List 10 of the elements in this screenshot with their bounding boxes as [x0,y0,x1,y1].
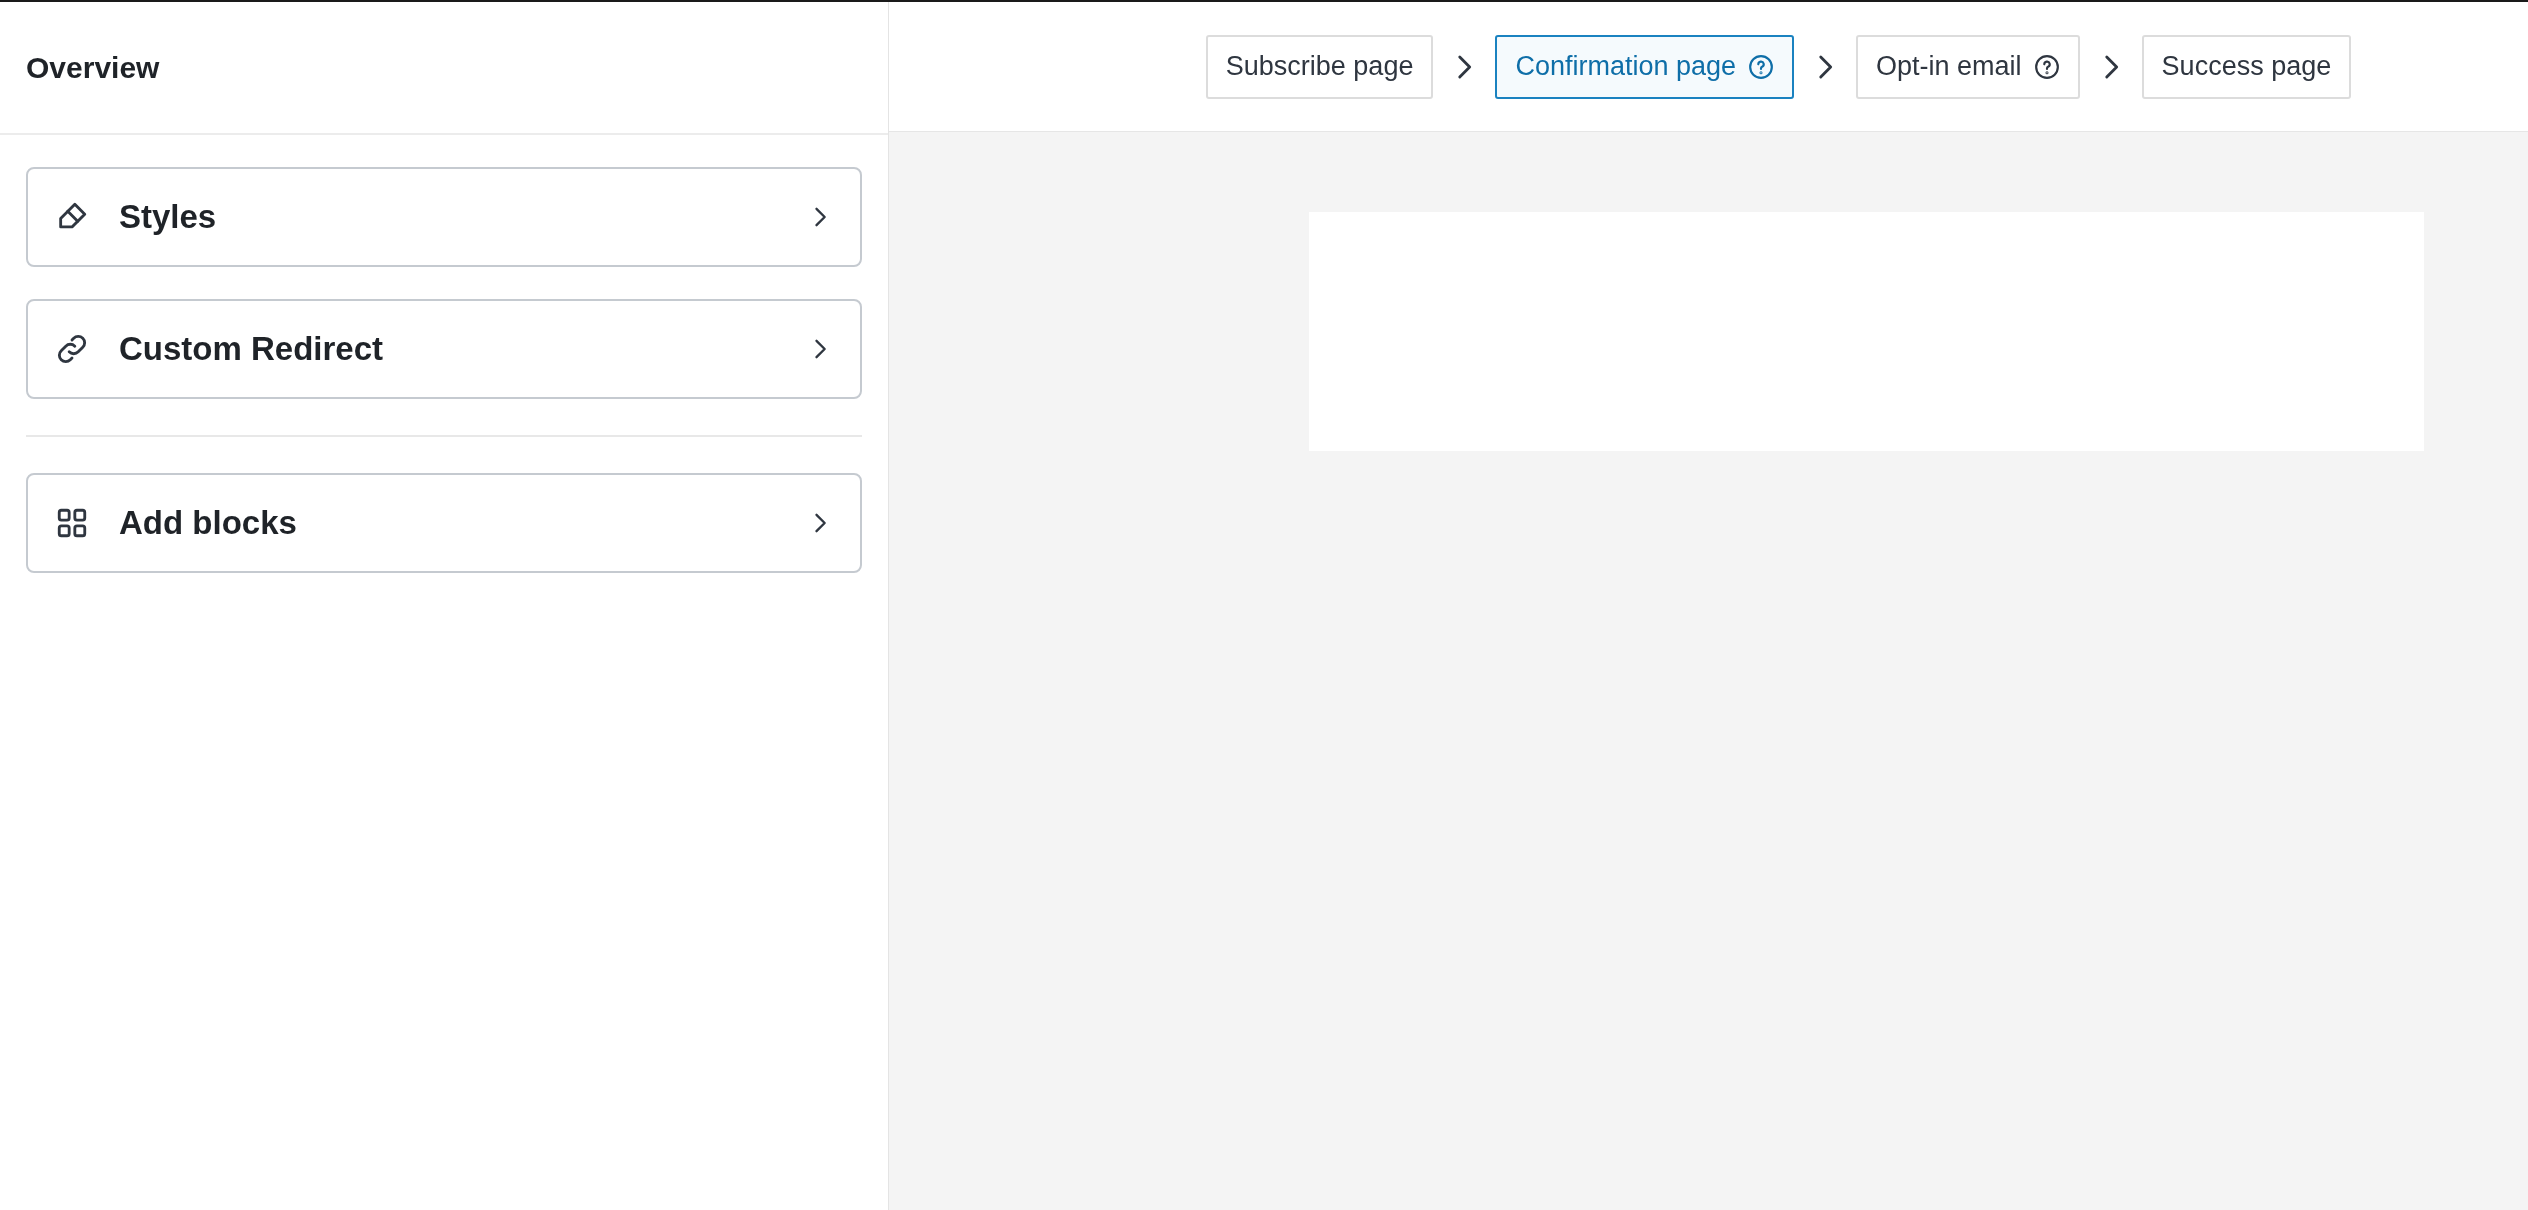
step-tab[interactable]: Subscribe page [1205,34,1434,99]
grid-icon [55,506,89,540]
link-icon [55,332,89,366]
step-tab[interactable]: Opt-in email [1856,34,2080,99]
step-tab[interactable]: Success page [2141,34,2352,99]
step-tab[interactable]: Confirmation page [1495,34,1795,99]
menu-item[interactable]: Add blocks [26,473,862,573]
panel-title: Overview [26,50,160,85]
menu-item[interactable]: Styles [26,167,862,267]
menu-item[interactable]: Custom Redirect [26,299,862,399]
